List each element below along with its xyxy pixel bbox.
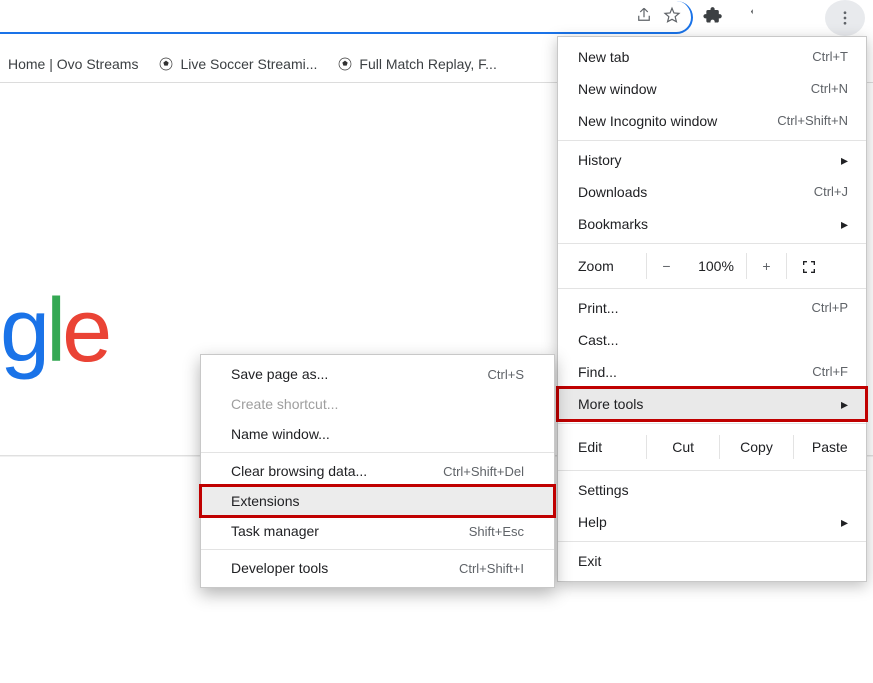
chrome-main-menu: New tabCtrl+T New windowCtrl+N New Incog… (557, 36, 867, 582)
menu-item-bookmarks[interactable]: Bookmarks▸ (558, 208, 866, 240)
soccer-icon (158, 56, 174, 72)
menu-item-edit-row: Edit Cut Copy Paste (558, 427, 866, 467)
bookmark-item[interactable]: Full Match Replay, F... (337, 56, 496, 72)
menu-separator (558, 470, 866, 471)
menu-item-print[interactable]: Print...Ctrl+P (558, 292, 866, 324)
fullscreen-button[interactable] (786, 253, 830, 279)
menu-item-history[interactable]: History▸ (558, 144, 866, 176)
share-icon[interactable] (635, 6, 653, 24)
bookmark-item[interactable]: Live Soccer Streami... (158, 56, 317, 72)
reading-list-icon[interactable] (736, 5, 756, 25)
menu-item-new-window[interactable]: New windowCtrl+N (558, 73, 866, 105)
menu-separator (201, 452, 554, 453)
menu-item-zoom: Zoom − 100% + (558, 247, 866, 285)
chevron-right-icon: ▸ (841, 151, 848, 169)
bookmark-label: Full Match Replay, F... (359, 56, 496, 72)
menu-item-downloads[interactable]: DownloadsCtrl+J (558, 176, 866, 208)
menu-separator (558, 423, 866, 424)
omnibox[interactable] (0, 1, 693, 34)
menu-item-more-tools[interactable]: More tools▸ (558, 388, 866, 420)
menu-item-new-tab[interactable]: New tabCtrl+T (558, 41, 866, 73)
submenu-item-clear-data[interactable]: Clear browsing data...Ctrl+Shift+Del (201, 456, 554, 486)
edit-paste-button[interactable]: Paste (793, 435, 866, 459)
menu-item-cast[interactable]: Cast... (558, 324, 866, 356)
submenu-item-create-shortcut: Create shortcut... (201, 389, 554, 419)
chevron-right-icon: ▸ (841, 513, 848, 531)
menu-separator (201, 549, 554, 550)
menu-separator (558, 243, 866, 244)
menu-item-find[interactable]: Find...Ctrl+F (558, 356, 866, 388)
menu-item-exit[interactable]: Exit (558, 545, 866, 577)
soccer-icon (337, 56, 353, 72)
menu-item-incognito[interactable]: New Incognito windowCtrl+Shift+N (558, 105, 866, 137)
more-tools-submenu: Save page as...Ctrl+S Create shortcut...… (200, 354, 555, 588)
submenu-item-task-manager[interactable]: Task managerShift+Esc (201, 516, 554, 546)
fullscreen-icon (801, 259, 817, 275)
menu-separator (558, 541, 866, 542)
submenu-item-name-window[interactable]: Name window... (201, 419, 554, 449)
address-bar (0, 0, 873, 36)
menu-separator (558, 288, 866, 289)
bookmark-label: Live Soccer Streami... (180, 56, 317, 72)
bookmark-item[interactable]: Home | Ovo Streams (8, 56, 138, 72)
toolbar-right-icons (703, 5, 756, 25)
extensions-puzzle-icon[interactable] (703, 5, 723, 25)
menu-separator (558, 140, 866, 141)
omnibox-action-icons (635, 6, 681, 24)
menu-item-help[interactable]: Help▸ (558, 506, 866, 538)
submenu-item-extensions[interactable]: Extensions (201, 486, 554, 516)
edit-copy-button[interactable]: Copy (719, 435, 792, 459)
zoom-in-button[interactable]: + (746, 253, 786, 279)
chevron-right-icon: ▸ (841, 215, 848, 233)
star-icon[interactable] (663, 6, 681, 24)
chrome-menu-button[interactable] (825, 0, 865, 36)
kebab-icon (836, 9, 854, 27)
google-logo-fragment: gle (0, 280, 108, 383)
bookmark-label: Home | Ovo Streams (8, 56, 138, 72)
zoom-out-button[interactable]: − (646, 253, 686, 279)
chevron-right-icon: ▸ (841, 395, 848, 413)
submenu-item-dev-tools[interactable]: Developer toolsCtrl+Shift+I (201, 553, 554, 583)
zoom-value: 100% (686, 253, 746, 279)
menu-item-settings[interactable]: Settings (558, 474, 866, 506)
edit-cut-button[interactable]: Cut (646, 435, 719, 459)
submenu-item-save-page[interactable]: Save page as...Ctrl+S (201, 359, 554, 389)
